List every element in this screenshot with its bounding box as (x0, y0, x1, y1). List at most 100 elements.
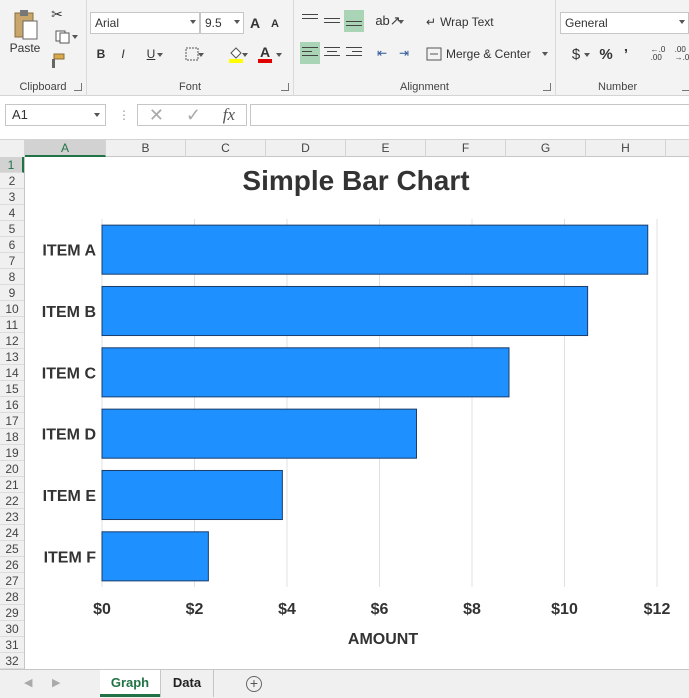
align-center-button[interactable] (322, 42, 342, 64)
sheet-tab-graph[interactable]: Graph (100, 670, 160, 697)
name-box-value: A1 (12, 107, 28, 122)
alignment-launcher-icon[interactable] (543, 83, 551, 91)
align-left-button[interactable] (300, 42, 320, 64)
chart-bar[interactable] (101, 224, 649, 275)
copy-button[interactable] (48, 28, 78, 46)
formula-bar: A1 ⋮ ✕ ✓ fx (0, 96, 689, 140)
row-header[interactable]: 28 (0, 589, 24, 605)
sheet-tab-data[interactable]: Data (160, 670, 214, 697)
row-header[interactable]: 22 (0, 493, 24, 509)
wrap-text-button[interactable]: ↵ Wrap Text (426, 12, 506, 32)
chart-tick-label: $10 (551, 601, 578, 618)
clipboard-launcher-icon[interactable] (74, 83, 82, 91)
increase-decimal-button[interactable]: ←.0 .00 (648, 44, 668, 64)
row-header[interactable]: 4 (0, 205, 24, 221)
increase-indent-button[interactable]: ⇥ (394, 42, 414, 64)
merge-center-button[interactable]: Merge & Center (426, 44, 550, 64)
row-header[interactable]: 17 (0, 413, 24, 429)
percent-button[interactable]: % (596, 44, 616, 64)
row-header[interactable]: 27 (0, 573, 24, 589)
row-header[interactable]: 8 (0, 269, 24, 285)
row-header[interactable]: 7 (0, 253, 24, 269)
column-header-h[interactable]: H (586, 140, 666, 157)
row-header[interactable]: 23 (0, 509, 24, 525)
column-header-c[interactable]: C (186, 140, 266, 157)
chart-bar[interactable] (101, 531, 209, 582)
row-header[interactable]: 13 (0, 349, 24, 365)
chart-bar[interactable] (101, 285, 589, 337)
decrease-decimal-icon: .00 →.0 (674, 45, 689, 62)
column-header-g[interactable]: G (506, 140, 586, 157)
row-header[interactable]: 32 (0, 653, 24, 669)
comma-button[interactable]: ’ (618, 44, 634, 64)
row-header[interactable]: 12 (0, 333, 24, 349)
font-size-select[interactable]: 9.5 (200, 12, 244, 34)
row-header[interactable]: 15 (0, 381, 24, 397)
italic-button[interactable]: I (114, 44, 132, 64)
enter-icon[interactable]: ✓ (186, 105, 201, 126)
row-header[interactable]: 3 (0, 189, 24, 205)
row-header[interactable]: 6 (0, 237, 24, 253)
row-header[interactable]: 21 (0, 477, 24, 493)
fill-color-button[interactable] (221, 44, 251, 64)
orientation-button[interactable]: ab↗ (374, 10, 404, 32)
row-header[interactable]: 10 (0, 301, 24, 317)
number-launcher-icon[interactable] (682, 83, 689, 91)
row-header[interactable]: 18 (0, 429, 24, 445)
comma-icon: ’ (623, 45, 629, 63)
font-color-button[interactable]: A (255, 44, 285, 64)
bar-chart[interactable]: ITEM AITEM BITEM CITEM DITEM EITEM F $0 $… (25, 157, 689, 669)
chart-tick-label: $6 (371, 601, 389, 618)
decrease-indent-button[interactable]: ⇤ (372, 42, 392, 64)
row-header[interactable]: 11 (0, 317, 24, 333)
row-header[interactable]: 9 (0, 285, 24, 301)
chart-category-label: ITEM F (44, 549, 97, 566)
align-right-button[interactable] (344, 42, 364, 64)
row-header[interactable]: 24 (0, 525, 24, 541)
add-sheet-icon[interactable]: + (246, 676, 262, 692)
chart-bar[interactable] (101, 408, 417, 459)
chart-bar[interactable] (101, 469, 283, 521)
bottom-align-button[interactable] (344, 10, 364, 32)
formula-input[interactable] (250, 104, 689, 126)
row-header[interactable]: 20 (0, 461, 24, 477)
font-launcher-icon[interactable] (281, 83, 289, 91)
column-header-f[interactable]: F (426, 140, 506, 157)
shrink-font-button[interactable]: A (267, 16, 283, 32)
underline-button[interactable]: U (136, 44, 166, 64)
top-align-button[interactable] (300, 10, 320, 32)
format-painter-button[interactable] (48, 52, 66, 70)
grow-font-button[interactable]: A (247, 14, 263, 32)
row-header[interactable]: 31 (0, 637, 24, 653)
column-header-e[interactable]: E (346, 140, 426, 157)
row-header[interactable]: 30 (0, 621, 24, 637)
number-format-select[interactable]: General (560, 12, 689, 34)
select-all-corner[interactable] (0, 140, 25, 157)
scroll-right-icon[interactable]: ▶ (52, 676, 60, 689)
column-header-b[interactable]: B (106, 140, 186, 157)
column-header-d[interactable]: D (266, 140, 346, 157)
borders-button[interactable] (177, 44, 207, 64)
currency-button[interactable]: $ (562, 44, 590, 64)
row-header[interactable]: 29 (0, 605, 24, 621)
font-family-select[interactable]: Arial (90, 12, 200, 34)
row-header[interactable]: 14 (0, 365, 24, 381)
row-header[interactable]: 5 (0, 221, 24, 237)
row-header[interactable]: 19 (0, 445, 24, 461)
column-header-a[interactable]: A (25, 140, 106, 157)
row-header[interactable]: 26 (0, 557, 24, 573)
cancel-icon[interactable]: ✕ (149, 105, 164, 126)
row-header[interactable]: 1 (0, 157, 24, 173)
chart-bar[interactable] (101, 347, 510, 398)
name-box[interactable]: A1 (5, 104, 106, 126)
middle-align-button[interactable] (322, 10, 342, 32)
insert-function-icon[interactable]: fx (223, 105, 235, 125)
scroll-left-icon[interactable]: ◀ (24, 676, 32, 689)
bold-button[interactable]: B (92, 44, 110, 64)
row-header[interactable]: 25 (0, 541, 24, 557)
decrease-decimal-button[interactable]: .00 →.0 (672, 44, 689, 64)
row-header[interactable]: 2 (0, 173, 24, 189)
paste-button[interactable]: Paste (6, 4, 44, 60)
cut-button[interactable]: ✂ (48, 5, 66, 23)
row-header[interactable]: 16 (0, 397, 24, 413)
